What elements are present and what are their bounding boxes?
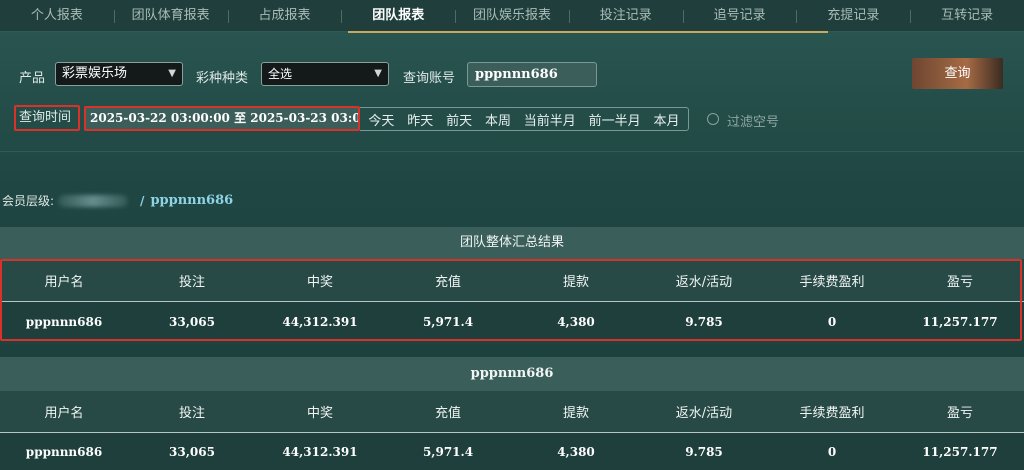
column-header: 返水/活动 bbox=[675, 406, 733, 421]
tab-transfer-records[interactable]: 互转记录 bbox=[910, 0, 1024, 32]
cell-rebate: 9.785 bbox=[685, 444, 723, 459]
product-label: 产品 bbox=[19, 71, 46, 86]
tab-bet-records[interactable]: 投注记录 bbox=[568, 0, 683, 32]
column-header: 投注 bbox=[178, 406, 205, 421]
cell-bet: 33,065 bbox=[169, 444, 215, 459]
tab-deposit-withdraw-records[interactable]: 充提记录 bbox=[796, 0, 910, 32]
cell-profit-loss: 11,257.177 bbox=[922, 314, 998, 329]
user-summary-table: pppnnn686 用户名 投注 中奖 充值 提款 返水/活动 手续费盈利 盈亏… bbox=[0, 357, 1024, 470]
account-input[interactable]: pppnnn686 bbox=[467, 62, 597, 87]
filter-empty-radio[interactable] bbox=[707, 113, 719, 125]
blurred-parent-account bbox=[58, 194, 129, 207]
cell-fee-profit: 0 bbox=[827, 444, 837, 459]
cell-win: 44,312.391 bbox=[282, 314, 358, 329]
cell-deposit: 5,971.4 bbox=[422, 444, 474, 459]
column-header: 用户名 bbox=[44, 274, 84, 290]
time-range-input[interactable]: 2025-03-22 03:00:00 至 2025-03-23 03:00:0… bbox=[84, 106, 360, 131]
product-select[interactable]: 彩票娱乐场 ▼ bbox=[55, 62, 183, 86]
chevron-down-icon: ▼ bbox=[374, 68, 382, 79]
table-row: pppnnn686 33,065 44,312.391 5,971.4 4,38… bbox=[0, 433, 1024, 470]
cell-fee-profit: 0 bbox=[827, 314, 837, 329]
column-header: 中奖 bbox=[306, 274, 333, 290]
table-header-row: 用户名 投注 中奖 充值 提款 返水/活动 手续费盈利 盈亏 bbox=[0, 259, 1024, 302]
lottery-type-select-value: 全选 bbox=[268, 67, 293, 81]
column-header: 充值 bbox=[434, 274, 461, 290]
cell-withdraw: 4,380 bbox=[557, 444, 595, 459]
column-header: 提款 bbox=[562, 406, 589, 421]
breadcrumb-separator: / bbox=[140, 193, 145, 208]
table-row: pppnnn686 33,065 44,312.391 5,971.4 4,38… bbox=[0, 302, 1024, 341]
account-label: 查询账号 bbox=[403, 71, 456, 86]
quick-range-yesterday[interactable]: 昨天 bbox=[407, 110, 433, 129]
quick-range-current-half-month[interactable]: 当前半月 bbox=[524, 110, 576, 129]
cell-profit-loss: 11,257.177 bbox=[922, 444, 998, 459]
lottery-type-select[interactable]: 全选 ▼ bbox=[261, 62, 389, 86]
member-level-label: 会员层级: bbox=[2, 194, 55, 208]
column-header: 中奖 bbox=[306, 406, 333, 421]
column-header: 盈亏 bbox=[946, 406, 973, 421]
tab-chase-records[interactable]: 追号记录 bbox=[682, 0, 797, 32]
column-header: 手续费盈利 bbox=[799, 406, 865, 421]
cell-bet: 33,065 bbox=[169, 314, 215, 329]
quick-range-this-week[interactable]: 本周 bbox=[485, 110, 511, 129]
tab-personal-report[interactable]: 个人报表 bbox=[0, 0, 114, 32]
chevron-down-icon: ▼ bbox=[168, 68, 176, 79]
tab-share-report[interactable]: 占成报表 bbox=[227, 0, 342, 32]
quick-range-day-before[interactable]: 前天 bbox=[446, 110, 472, 129]
cell-withdraw: 4,380 bbox=[557, 314, 595, 329]
member-level-breadcrumb: 会员层级: / pppnnn686 bbox=[2, 192, 233, 209]
column-header: 投注 bbox=[178, 274, 205, 290]
column-header: 盈亏 bbox=[946, 274, 973, 290]
table-header-row: 用户名 投注 中奖 充值 提款 返水/活动 手续费盈利 盈亏 bbox=[0, 391, 1024, 433]
query-time-label: 查询时间 bbox=[14, 105, 80, 131]
column-header: 返水/活动 bbox=[675, 274, 733, 290]
breadcrumb-current-user[interactable]: pppnnn686 bbox=[150, 193, 233, 208]
filter-panel: 产品 彩票娱乐场 ▼ 彩种种类 全选 ▼ 查询账号 pppnnn686 查询 查… bbox=[0, 33, 1024, 151]
team-summary-title: 团队整体汇总结果 bbox=[0, 227, 1024, 259]
column-header: 充值 bbox=[434, 406, 461, 421]
filter-empty-label: 过滤空号 bbox=[727, 115, 780, 130]
column-header: 用户名 bbox=[44, 406, 84, 421]
tab-team-report[interactable]: 团队报表 bbox=[341, 0, 455, 32]
report-tab-bar: 个人报表 团队体育报表 占成报表 团队报表 团队娱乐报表 投注记录 追号记录 充… bbox=[0, 0, 1024, 32]
cell-deposit: 5,971.4 bbox=[422, 314, 474, 329]
quick-range-previous-half-month[interactable]: 前一半月 bbox=[589, 110, 641, 129]
quick-range-today[interactable]: 今天 bbox=[368, 110, 394, 129]
product-select-value: 彩票娱乐场 bbox=[62, 66, 128, 81]
user-summary-title: pppnnn686 bbox=[0, 357, 1024, 391]
tab-team-sports-report[interactable]: 团队体育报表 bbox=[113, 0, 228, 32]
cell-username[interactable]: pppnnn686 bbox=[0, 315, 128, 329]
quick-range-this-month[interactable]: 本月 bbox=[653, 110, 679, 129]
query-button[interactable]: 查询 bbox=[912, 58, 1003, 89]
column-header: 手续费盈利 bbox=[799, 274, 865, 290]
lottery-type-label: 彩种种类 bbox=[196, 71, 249, 86]
cell-rebate: 9.785 bbox=[685, 314, 723, 329]
quick-range-group: 今天 昨天 前天 本周 当前半月 前一半月 本月 bbox=[360, 107, 689, 131]
cell-win: 44,312.391 bbox=[282, 444, 358, 459]
team-summary-table: 团队整体汇总结果 用户名 投注 中奖 充值 提款 返水/活动 手续费盈利 盈亏 … bbox=[0, 227, 1024, 341]
section-divider bbox=[0, 151, 1024, 152]
cell-username[interactable]: pppnnn686 bbox=[0, 445, 128, 459]
tab-team-entertainment-report[interactable]: 团队娱乐报表 bbox=[455, 0, 569, 32]
column-header: 提款 bbox=[562, 274, 589, 290]
